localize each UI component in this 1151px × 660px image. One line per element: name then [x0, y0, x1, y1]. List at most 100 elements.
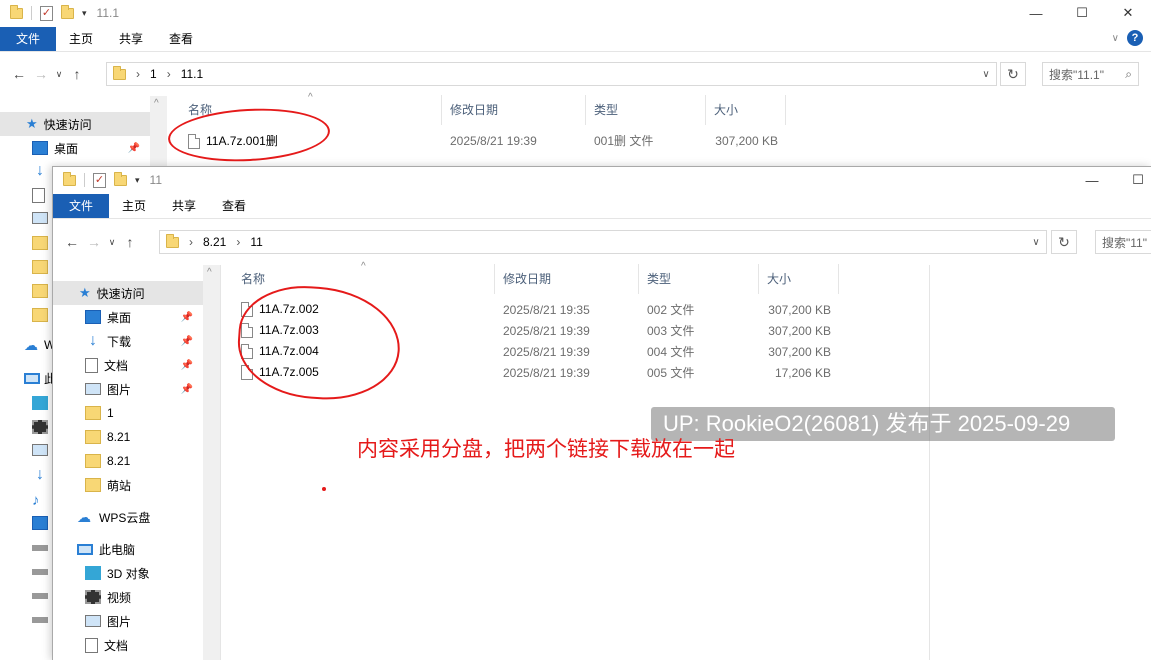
folder-icon[interactable] — [32, 284, 48, 298]
pin-icon[interactable]: 📌 — [128, 143, 140, 154]
breadcrumb-item[interactable]: 1 — [150, 67, 157, 81]
pin-icon[interactable]: 📌 — [181, 312, 193, 323]
search-input[interactable]: 搜索"11.1" ⌕ — [1042, 62, 1139, 86]
folder-icon[interactable] — [32, 308, 48, 322]
file-date: 2025/8/21 19:35 — [503, 302, 590, 317]
music-icon[interactable]: ♪ — [32, 492, 48, 509]
tab-home[interactable]: 主页 — [56, 27, 106, 51]
tree-item-desktop[interactable]: 桌面 📌 — [0, 136, 150, 160]
download-icon[interactable]: ↓ — [32, 467, 48, 483]
drive-icon[interactable] — [32, 569, 48, 575]
folder-icon — [113, 65, 126, 80]
window-title: 11.1 — [96, 6, 119, 20]
drive-icon[interactable] — [32, 593, 48, 599]
tree-item-documents[interactable]: 文档 📌 — [53, 353, 203, 377]
tree-item-label: 1 — [107, 406, 114, 420]
minimize-icon[interactable]: — — [1013, 0, 1059, 26]
tree-item-folder-mengzhan[interactable]: 萌站 — [53, 473, 203, 497]
tab-view[interactable]: 查看 — [156, 27, 206, 51]
minimize-icon[interactable]: — — [1069, 167, 1115, 193]
file-size: 307,200 KB — [768, 344, 831, 359]
tab-home[interactable]: 主页 — [109, 194, 159, 218]
header-date[interactable]: 修改日期 — [442, 95, 586, 125]
address-bar[interactable]: › 8.21 › 11 ∨ — [159, 230, 1047, 254]
tree-item-wps-partial[interactable]: ☁ W — [24, 338, 55, 352]
divider — [84, 173, 85, 187]
up-icon[interactable]: ↑ — [119, 234, 141, 250]
file-type: 002 文件 — [647, 303, 695, 317]
recent-locations-icon[interactable]: ∨ — [105, 237, 119, 248]
desktop-icon[interactable] — [32, 516, 48, 530]
tree-item-this-pc[interactable]: 此电脑 — [53, 537, 203, 561]
customize-toolbar-icon[interactable]: ▾ — [135, 175, 140, 186]
help-icon[interactable]: ? — [1127, 30, 1143, 46]
pin-icon[interactable]: 📌 — [181, 336, 193, 347]
tab-share[interactable]: 共享 — [106, 27, 156, 51]
tree-item-folder-8-21[interactable]: 8.21 — [53, 425, 203, 449]
maximize-icon[interactable]: ☐ — [1115, 167, 1151, 193]
tab-share[interactable]: 共享 — [159, 194, 209, 218]
new-folder-icon[interactable] — [61, 4, 74, 19]
close-icon[interactable]: ✕ — [1105, 0, 1151, 26]
picture-icon[interactable] — [32, 212, 48, 224]
tree-item-pictures[interactable]: 图片 📌 — [53, 377, 203, 401]
document-icon[interactable] — [32, 188, 45, 203]
search-placeholder: 搜索"11" — [1102, 235, 1147, 250]
pin-icon[interactable]: 📌 — [181, 360, 193, 371]
refresh-icon[interactable]: ↻ — [1051, 230, 1077, 254]
tree-item-quick-access[interactable]: ★ 快速访问 — [0, 112, 150, 136]
tree-item-desktop[interactable]: 桌面 📌 — [53, 305, 203, 329]
tree-item-wps-cloud[interactable]: ☁ WPS云盘 — [53, 505, 203, 529]
recent-locations-icon[interactable]: ∨ — [52, 69, 66, 80]
header-size[interactable]: 大小 — [706, 95, 786, 125]
search-input[interactable]: 搜索"11" — [1095, 230, 1151, 254]
tree-item-folder-8-21[interactable]: 8.21 — [53, 449, 203, 473]
video-icon[interactable] — [32, 420, 48, 434]
forward-icon[interactable]: → — [30, 66, 52, 82]
properties-icon[interactable]: ✓ — [40, 5, 53, 21]
breadcrumb-item[interactable]: 8.21 — [203, 235, 226, 249]
breadcrumb-item[interactable]: 11.1 — [181, 67, 203, 81]
header-size[interactable]: 大小 — [759, 264, 839, 294]
download-icon[interactable]: ↓ — [32, 163, 48, 179]
red-annotation-text: 内容采用分盘，把两个链接下载放在一起 — [357, 438, 735, 461]
tree-item-documents-pc[interactable]: 文档 — [53, 633, 203, 657]
forward-icon[interactable]: → — [83, 234, 105, 250]
properties-icon[interactable]: ✓ — [93, 172, 106, 188]
tab-view[interactable]: 查看 — [209, 194, 259, 218]
tab-file[interactable]: 文件 — [53, 193, 109, 218]
up-icon[interactable]: ↑ — [66, 66, 88, 82]
header-type[interactable]: 类型 — [586, 95, 706, 125]
expand-ribbon-icon[interactable]: ∨ — [1112, 33, 1119, 44]
tree-item-quick-access[interactable]: ★ 快速访问 — [53, 281, 203, 305]
drive-icon[interactable] — [32, 545, 48, 551]
folder-icon[interactable] — [32, 236, 48, 250]
3d-objects-icon[interactable] — [32, 396, 48, 410]
document-icon — [85, 637, 98, 653]
new-folder-icon[interactable] — [114, 171, 127, 186]
tree-item-pictures-pc[interactable]: 图片 — [53, 609, 203, 633]
refresh-icon[interactable]: ↻ — [1000, 62, 1026, 86]
tree-item-videos[interactable]: 视频 — [53, 585, 203, 609]
address-bar[interactable]: › 1 › 11.1 ∨ — [106, 62, 997, 86]
folder-icon[interactable] — [32, 260, 48, 274]
customize-toolbar-icon[interactable]: ▾ — [82, 8, 87, 19]
tree-scrollbar[interactable] — [150, 96, 167, 166]
back-icon[interactable]: ← — [61, 234, 83, 250]
drive-icon[interactable] — [32, 617, 48, 623]
pin-icon[interactable]: 📌 — [181, 384, 193, 395]
tab-file[interactable]: 文件 — [0, 26, 56, 51]
chevron-down-icon[interactable]: ∨ — [1026, 237, 1046, 248]
back-icon[interactable]: ← — [8, 66, 30, 82]
picture-icon[interactable] — [32, 444, 48, 456]
header-date[interactable]: 修改日期 — [495, 264, 639, 294]
tree-item-downloads[interactable]: ↓ 下载 📌 — [53, 329, 203, 353]
tree-scrollbar[interactable] — [203, 265, 220, 660]
tree-item-folder-1[interactable]: 1 — [53, 401, 203, 425]
maximize-icon[interactable]: ☐ — [1059, 0, 1105, 26]
chevron-down-icon[interactable]: ∨ — [976, 69, 996, 80]
breadcrumb-item[interactable]: 11 — [250, 235, 262, 249]
header-name[interactable]: 名称 — [233, 264, 495, 294]
tree-item-3d-objects[interactable]: 3D 对象 — [53, 561, 203, 585]
header-type[interactable]: 类型 — [639, 264, 759, 294]
